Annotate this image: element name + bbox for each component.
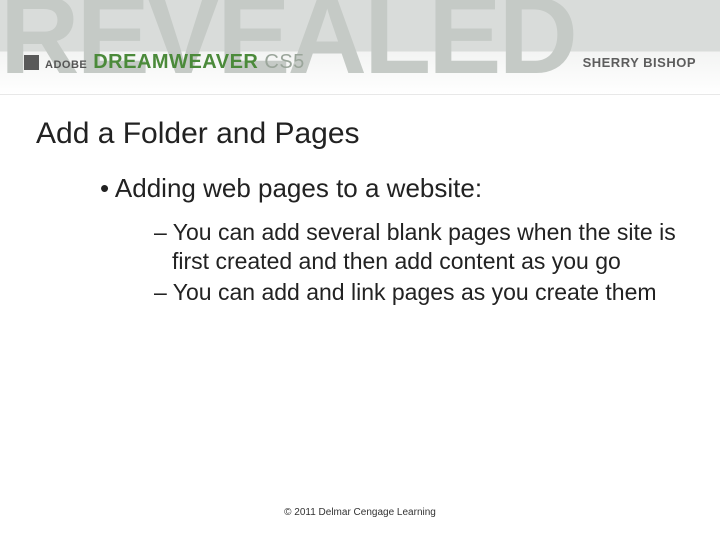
bullet-level1: Adding web pages to a website: [100, 173, 684, 204]
version-label: CS5 [264, 51, 304, 74]
adobe-label: ADOBE [45, 59, 87, 71]
bullet-level2: You can add several blank pages when the… [154, 218, 684, 276]
banner-bg-text: REVEALED [0, 0, 720, 99]
slide-content: Add a Folder and Pages Adding web pages … [0, 95, 720, 306]
bullet-level2: You can add and link pages as you create… [154, 278, 684, 307]
copyright-footer: © 2011 Delmar Cengage Learning [0, 507, 720, 518]
product-label: DREAMWEAVER [93, 51, 258, 74]
slide-banner: REVEALED ADOBE DREAMWEAVER CS5 SHERRY BI… [0, 0, 720, 95]
author-label: SHERRY BISHOP [583, 55, 696, 70]
slide-title: Add a Folder and Pages [36, 117, 684, 151]
adobe-logo-icon [24, 55, 39, 70]
product-line: ADOBE DREAMWEAVER CS5 [24, 51, 305, 74]
